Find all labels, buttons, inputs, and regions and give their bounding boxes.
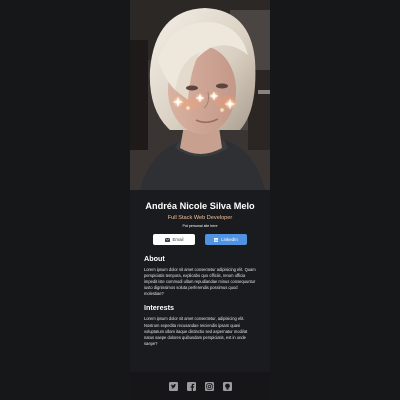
envelope-icon [164, 237, 170, 242]
about-section: About Lorem ipsum dolor sit amet consect… [130, 254, 270, 297]
twitter-icon[interactable] [168, 381, 178, 391]
profile-card: Andréa Nicole Silva Melo Full Stack Web … [130, 0, 270, 400]
facebook-icon[interactable] [186, 381, 196, 391]
instagram-icon[interactable] [204, 381, 214, 391]
about-text: Lorem ipsum dolor sit amet consectetur a… [144, 267, 256, 297]
interests-text: Lorem ipsum dolor sit amet consectetur, … [144, 316, 248, 346]
profile-name: Andréa Nicole Silva Melo [145, 201, 255, 211]
profile-role: Full Stack Web Developer [167, 215, 233, 221]
email-button-label: Email [172, 237, 184, 242]
about-title: About [144, 254, 165, 263]
contact-actions: Email LinkedIn [130, 234, 270, 245]
interests-section: Interests Lorem ipsum dolor sit amet con… [130, 303, 270, 346]
profile-photo [130, 0, 270, 190]
linkedin-button[interactable]: LinkedIn [205, 234, 247, 245]
profile-info: Andréa Nicole Silva Melo Full Stack Web … [130, 190, 270, 245]
github-icon[interactable] [222, 381, 232, 391]
email-button[interactable]: Email [153, 234, 195, 245]
linkedin-icon [214, 237, 219, 242]
linkedin-button-label: LinkedIn [221, 237, 238, 242]
social-footer [130, 372, 270, 400]
profile-website[interactable]: Put personal site here [130, 223, 270, 229]
interests-title: Interests [144, 303, 174, 313]
